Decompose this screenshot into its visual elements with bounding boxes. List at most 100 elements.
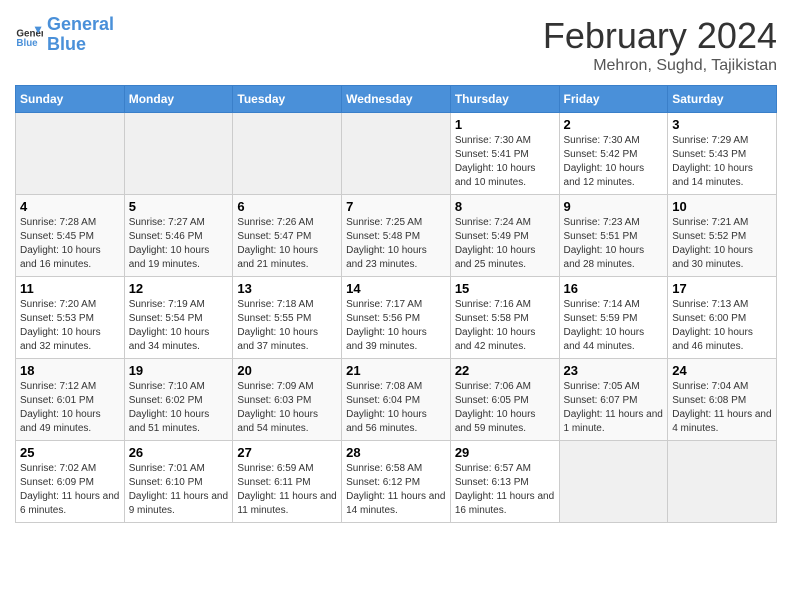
logo-icon: General Blue	[15, 21, 43, 49]
calendar-cell: 6Sunrise: 7:26 AMSunset: 5:47 PMDaylight…	[233, 195, 342, 277]
calendar-cell: 23 Sunrise: 7:05 AMSunset: 6:07 PMDayligh…	[559, 359, 668, 441]
day-number: 22	[455, 363, 555, 378]
calendar-cell: 11Sunrise: 7:20 AMSunset: 5:53 PMDayligh…	[16, 277, 125, 359]
day-info: Sunrise: 7:30 AMSunset: 5:41 PMDaylight:…	[455, 134, 555, 190]
day-number: 24	[672, 363, 772, 378]
calendar-cell: 1 Sunrise: 7:30 AMSunset: 5:41 PMDaylight…	[450, 113, 559, 195]
day-info: Sunrise: 7:27 AMSunset: 5:46 PMDaylight:…	[129, 216, 229, 272]
day-number: 5	[129, 199, 229, 214]
calendar-cell: 28 Sunrise: 6:58 AMSunset: 6:12 PMDayligh…	[342, 441, 451, 523]
day-info: Sunrise: 7:25 AMSunset: 5:48 PMDaylight:…	[346, 216, 446, 272]
calendar-cell: 3 Sunrise: 7:29 AMSunset: 5:43 PMDaylight…	[668, 113, 777, 195]
day-info: Sunrise: 7:06 AMSunset: 6:05 PMDaylight:…	[455, 380, 555, 436]
calendar-cell: 15 Sunrise: 7:16 AMSunset: 5:58 PMDayligh…	[450, 277, 559, 359]
day-info: Sunrise: 7:29 AMSunset: 5:43 PMDaylight:…	[672, 134, 772, 190]
day-number: 21	[346, 363, 446, 378]
day-info: Sunrise: 7:05 AMSunset: 6:07 PMDaylight:…	[564, 380, 664, 436]
day-info: Sunrise: 7:30 AMSunset: 5:42 PMDaylight:…	[564, 134, 664, 190]
calendar-cell: 29 Sunrise: 6:57 AMSunset: 6:13 PMDayligh…	[450, 441, 559, 523]
calendar-cell: 16 Sunrise: 7:14 AMSunset: 5:59 PMDayligh…	[559, 277, 668, 359]
day-info: Sunrise: 7:24 AMSunset: 5:49 PMDaylight:…	[455, 216, 555, 272]
calendar-week-4: 18Sunrise: 7:12 AMSunset: 6:01 PMDayligh…	[16, 359, 777, 441]
day-number: 3	[672, 117, 772, 132]
day-info: Sunrise: 7:16 AMSunset: 5:58 PMDaylight:…	[455, 298, 555, 354]
weekday-header-tuesday: Tuesday	[233, 86, 342, 113]
day-number: 13	[237, 281, 337, 296]
day-info: Sunrise: 7:13 AMSunset: 6:00 PMDaylight:…	[672, 298, 772, 354]
day-info: Sunrise: 7:09 AMSunset: 6:03 PMDaylight:…	[237, 380, 337, 436]
day-number: 29	[455, 445, 555, 460]
day-number: 27	[237, 445, 337, 460]
calendar-cell: 18Sunrise: 7:12 AMSunset: 6:01 PMDayligh…	[16, 359, 125, 441]
day-info: Sunrise: 7:17 AMSunset: 5:56 PMDaylight:…	[346, 298, 446, 354]
title-area: February 2024 Mehron, Sughd, Tajikistan	[543, 15, 777, 75]
calendar-cell: 24Sunrise: 7:04 AMSunset: 6:08 PMDayligh…	[668, 359, 777, 441]
calendar-cell: 19 Sunrise: 7:10 AMSunset: 6:02 PMDayligh…	[124, 359, 233, 441]
weekday-header-sunday: Sunday	[16, 86, 125, 113]
day-info: Sunrise: 7:26 AMSunset: 5:47 PMDaylight:…	[237, 216, 337, 272]
day-number: 23	[564, 363, 664, 378]
month-title: February 2024	[543, 15, 777, 57]
day-number: 9	[564, 199, 664, 214]
calendar-header-row: SundayMondayTuesdayWednesdayThursdayFrid…	[16, 86, 777, 113]
calendar-week-2: 4 Sunrise: 7:28 AMSunset: 5:45 PMDaylight…	[16, 195, 777, 277]
day-number: 26	[129, 445, 229, 460]
calendar-cell: 8 Sunrise: 7:24 AMSunset: 5:49 PMDaylight…	[450, 195, 559, 277]
location-title: Mehron, Sughd, Tajikistan	[543, 57, 777, 75]
calendar-cell	[16, 113, 125, 195]
calendar-cell	[559, 441, 668, 523]
calendar-cell: 17 Sunrise: 7:13 AMSunset: 6:00 PMDayligh…	[668, 277, 777, 359]
calendar-cell: 14Sunrise: 7:17 AMSunset: 5:56 PMDayligh…	[342, 277, 451, 359]
day-info: Sunrise: 7:14 AMSunset: 5:59 PMDaylight:…	[564, 298, 664, 354]
day-number: 16	[564, 281, 664, 296]
calendar-cell: 25Sunrise: 7:02 AMSunset: 6:09 PMDayligh…	[16, 441, 125, 523]
day-info: Sunrise: 7:08 AMSunset: 6:04 PMDaylight:…	[346, 380, 446, 436]
calendar-cell: 12 Sunrise: 7:19 AMSunset: 5:54 PMDayligh…	[124, 277, 233, 359]
day-number: 19	[129, 363, 229, 378]
day-info: Sunrise: 7:18 AMSunset: 5:55 PMDaylight:…	[237, 298, 337, 354]
day-info: Sunrise: 6:59 AMSunset: 6:11 PMDaylight:…	[237, 462, 337, 518]
day-info: Sunrise: 6:58 AMSunset: 6:12 PMDaylight:…	[346, 462, 446, 518]
day-number: 25	[20, 445, 120, 460]
day-info: Sunrise: 7:28 AMSunset: 5:45 PMDaylight:…	[20, 216, 120, 272]
calendar-cell: 7 Sunrise: 7:25 AMSunset: 5:48 PMDaylight…	[342, 195, 451, 277]
calendar-cell: 20Sunrise: 7:09 AMSunset: 6:03 PMDayligh…	[233, 359, 342, 441]
calendar-week-3: 11Sunrise: 7:20 AMSunset: 5:53 PMDayligh…	[16, 277, 777, 359]
svg-text:Blue: Blue	[16, 38, 38, 49]
weekday-header-saturday: Saturday	[668, 86, 777, 113]
day-number: 4	[20, 199, 120, 214]
day-number: 1	[455, 117, 555, 132]
calendar-cell: 26 Sunrise: 7:01 AMSunset: 6:10 PMDayligh…	[124, 441, 233, 523]
logo: General Blue General Blue	[15, 15, 114, 55]
day-number: 15	[455, 281, 555, 296]
calendar-cell	[124, 113, 233, 195]
weekday-header-thursday: Thursday	[450, 86, 559, 113]
calendar-cell: 22 Sunrise: 7:06 AMSunset: 6:05 PMDayligh…	[450, 359, 559, 441]
day-info: Sunrise: 7:12 AMSunset: 6:01 PMDaylight:…	[20, 380, 120, 436]
weekday-header-wednesday: Wednesday	[342, 86, 451, 113]
calendar-cell: 13 Sunrise: 7:18 AMSunset: 5:55 PMDayligh…	[233, 277, 342, 359]
calendar-cell: 4 Sunrise: 7:28 AMSunset: 5:45 PMDaylight…	[16, 195, 125, 277]
logo-general: General	[47, 14, 114, 34]
day-info: Sunrise: 7:19 AMSunset: 5:54 PMDaylight:…	[129, 298, 229, 354]
calendar-week-1: 1 Sunrise: 7:30 AMSunset: 5:41 PMDaylight…	[16, 113, 777, 195]
calendar-table: SundayMondayTuesdayWednesdayThursdayFrid…	[15, 85, 777, 523]
calendar-week-5: 25Sunrise: 7:02 AMSunset: 6:09 PMDayligh…	[16, 441, 777, 523]
day-info: Sunrise: 7:21 AMSunset: 5:52 PMDaylight:…	[672, 216, 772, 272]
day-number: 28	[346, 445, 446, 460]
weekday-header-friday: Friday	[559, 86, 668, 113]
calendar-cell	[233, 113, 342, 195]
calendar-cell: 9 Sunrise: 7:23 AMSunset: 5:51 PMDaylight…	[559, 195, 668, 277]
calendar-cell: 27 Sunrise: 6:59 AMSunset: 6:11 PMDayligh…	[233, 441, 342, 523]
day-info: Sunrise: 7:01 AMSunset: 6:10 PMDaylight:…	[129, 462, 229, 518]
logo-blue: Blue	[47, 34, 86, 54]
logo-text: General Blue	[47, 15, 114, 55]
day-info: Sunrise: 6:57 AMSunset: 6:13 PMDaylight:…	[455, 462, 555, 518]
day-number: 17	[672, 281, 772, 296]
day-number: 7	[346, 199, 446, 214]
calendar-body: 1 Sunrise: 7:30 AMSunset: 5:41 PMDaylight…	[16, 113, 777, 523]
day-info: Sunrise: 7:23 AMSunset: 5:51 PMDaylight:…	[564, 216, 664, 272]
day-number: 12	[129, 281, 229, 296]
day-info: Sunrise: 7:10 AMSunset: 6:02 PMDaylight:…	[129, 380, 229, 436]
day-number: 8	[455, 199, 555, 214]
